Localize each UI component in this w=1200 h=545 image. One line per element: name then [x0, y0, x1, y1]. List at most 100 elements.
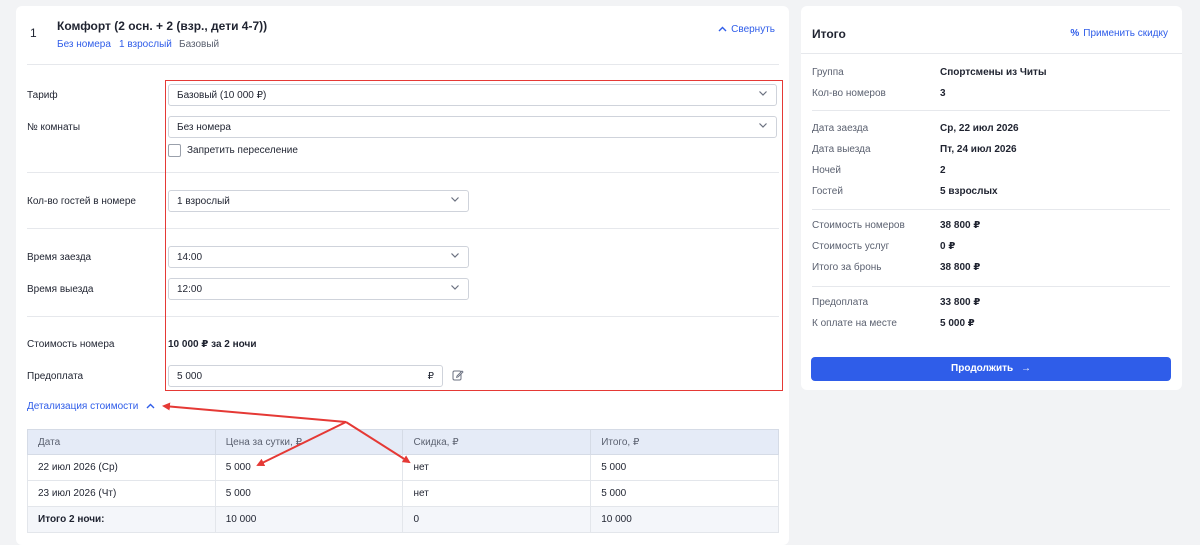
- total-discount-cell: 0: [402, 506, 592, 533]
- room-tag-rate: Базовый: [179, 39, 220, 50]
- chevron-down-icon: [450, 194, 460, 204]
- row-total-cell: 5 000: [590, 454, 779, 481]
- checkin-date-value: Ср, 22 июл 2026: [940, 123, 1019, 134]
- room-tag-guests[interactable]: 1 взрослый: [119, 39, 172, 50]
- room-card: 1 Комфорт (2 осн. + 2 (взр., дети 4-7)) …: [16, 6, 789, 545]
- chevron-up-icon: [146, 401, 155, 412]
- date-cell: 23 июл 2026 (Чт): [27, 480, 216, 507]
- guests-count-label: Гостей: [812, 186, 843, 197]
- divider: [812, 209, 1170, 210]
- guests-count-value: 5 взрослых: [940, 186, 998, 197]
- booking-total-value: 38 800 ₽: [940, 262, 981, 273]
- nights-label: Ночей: [812, 165, 841, 176]
- services-cost-label: Стоимость услуг: [812, 241, 890, 252]
- table-total-row: Итого 2 ночи: 10 000 0 10 000: [27, 506, 779, 533]
- checkout-date-value: Пт, 24 июл 2026: [940, 144, 1017, 155]
- checkin-date-label: Дата заезда: [812, 123, 869, 134]
- prepay-currency: ₽: [427, 371, 434, 382]
- chevron-up-icon: [718, 24, 727, 34]
- divider: [801, 53, 1182, 54]
- group-value: Спортсмены из Читы: [940, 67, 1047, 78]
- room-cost-label: Стоимость номера: [27, 339, 115, 350]
- table-row: 23 июл 2026 (Чт) 5 000 нет 5 000: [27, 480, 779, 507]
- checkin-time-value: 14:00: [177, 252, 203, 263]
- onsite-payment-value: 5 000 ₽: [940, 318, 975, 329]
- summary-prepay-value: 33 800 ₽: [940, 297, 981, 308]
- divider: [27, 228, 779, 229]
- percent-icon: %: [1070, 28, 1080, 39]
- room-title: Комфорт (2 осн. + 2 (взр., дети 4-7)): [57, 19, 268, 33]
- collapse-button[interactable]: Свернуть: [718, 24, 775, 35]
- room-tag-number[interactable]: Без номера: [57, 39, 111, 50]
- divider: [27, 64, 779, 65]
- total-price-cell: 10 000: [214, 506, 404, 533]
- discount-link[interactable]: нет: [402, 454, 592, 481]
- price-per-night-link[interactable]: 5 000: [214, 454, 404, 481]
- services-cost-value: 0 ₽: [940, 241, 956, 252]
- guests-value: 1 взрослый: [177, 196, 230, 207]
- discount-link[interactable]: нет: [402, 480, 592, 507]
- checkout-time-select[interactable]: 12:00: [168, 278, 469, 300]
- divider: [27, 316, 779, 317]
- column-header: Дата: [27, 429, 216, 455]
- price-breakdown-table: Дата Цена за сутки, ₽ Скидка, ₽ Итого, ₽…: [27, 429, 779, 533]
- divider: [812, 286, 1170, 287]
- chevron-down-icon: [450, 250, 460, 260]
- prepay-label: Предоплата: [27, 371, 84, 382]
- nights-value: 2: [940, 165, 946, 176]
- continue-label: Продолжить: [951, 363, 1014, 374]
- room-number-value: Без номера: [177, 122, 231, 133]
- tariff-label: Тариф: [27, 90, 58, 101]
- divider: [27, 172, 779, 173]
- apply-discount-label: Применить скидку: [1083, 28, 1168, 39]
- checkin-time-label: Время заезда: [27, 252, 92, 263]
- edit-icon[interactable]: [452, 369, 464, 381]
- cost-details-toggle[interactable]: Детализация стоимости: [27, 401, 155, 412]
- rooms-count-value: 3: [940, 88, 946, 99]
- total-sum-cell: 10 000: [590, 506, 779, 533]
- chevron-down-icon: [450, 282, 460, 292]
- no-relocation-label: Запретить переселение: [187, 145, 298, 156]
- continue-button[interactable]: Продолжить →: [811, 357, 1171, 381]
- summary-title: Итого: [812, 27, 846, 41]
- rooms-cost-value: 38 800 ₽: [940, 220, 981, 231]
- table-header-row: Дата Цена за сутки, ₽ Скидка, ₽ Итого, ₽: [27, 429, 779, 455]
- guests-select[interactable]: 1 взрослый: [168, 190, 469, 212]
- row-total-cell: 5 000: [590, 480, 779, 507]
- tariff-select[interactable]: Базовый (10 000 ₽): [168, 84, 777, 106]
- collapse-label: Свернуть: [731, 24, 775, 35]
- summary-prepay-label: Предоплата: [812, 297, 869, 308]
- onsite-payment-label: К оплате на месте: [812, 318, 897, 329]
- chevron-down-icon: [758, 88, 768, 98]
- cost-details-label: Детализация стоимости: [27, 401, 139, 412]
- checkin-time-select[interactable]: 14:00: [168, 246, 469, 268]
- column-header: Скидка, ₽: [402, 429, 592, 455]
- summary-card: Итого % Применить скидку Группа Спортсмен…: [801, 6, 1182, 390]
- tariff-value: Базовый (10 000 ₽): [177, 90, 267, 101]
- room-index: 1: [30, 26, 37, 40]
- rooms-count-label: Кол-во номеров: [812, 88, 886, 99]
- checkout-time-label: Время выезда: [27, 284, 94, 295]
- guests-label: Кол-во гостей в номере: [27, 196, 136, 207]
- room-number-select[interactable]: Без номера: [168, 116, 777, 138]
- price-per-night-link[interactable]: 5 000: [214, 480, 404, 507]
- rooms-cost-label: Стоимость номеров: [812, 220, 905, 231]
- checkout-date-label: Дата выезда: [812, 144, 871, 155]
- apply-discount-button[interactable]: % Применить скидку: [1070, 28, 1168, 39]
- column-header: Цена за сутки, ₽: [214, 429, 404, 455]
- column-header: Итого, ₽: [590, 429, 779, 455]
- room-cost-value: 10 000 ₽ за 2 ночи: [168, 339, 257, 350]
- date-cell: 22 июл 2026 (Ср): [27, 454, 216, 481]
- divider: [812, 110, 1170, 111]
- chevron-down-icon: [758, 120, 768, 130]
- prepay-value: 5 000: [177, 371, 203, 382]
- room-number-label: № комнаты: [27, 122, 81, 133]
- checkout-time-value: 12:00: [177, 284, 203, 295]
- arrow-right-icon: →: [1020, 363, 1031, 374]
- total-label-cell: Итого 2 ночи:: [27, 506, 216, 533]
- group-label: Группа: [812, 67, 844, 78]
- no-relocation-checkbox[interactable]: [168, 144, 181, 157]
- table-row: 22 июл 2026 (Ср) 5 000 нет 5 000: [27, 454, 779, 481]
- booking-total-label: Итого за бронь: [812, 262, 882, 273]
- prepay-input[interactable]: 5 000 ₽: [168, 365, 443, 387]
